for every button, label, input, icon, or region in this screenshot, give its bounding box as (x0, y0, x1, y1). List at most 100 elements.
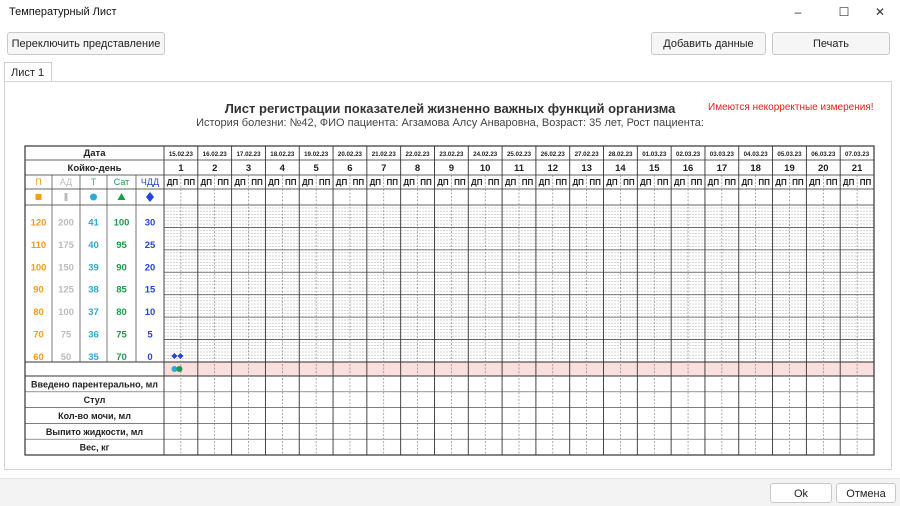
saturation-point-icon (176, 366, 183, 372)
param-header-2: Т (91, 177, 97, 187)
shift-label-am: ДП (843, 178, 855, 187)
shift-label-am: ДП (505, 178, 517, 187)
shift-label-pm: ПП (623, 178, 635, 187)
bed-day-cell: 15 (649, 163, 660, 174)
date-cell: 22.02.23 (406, 151, 431, 158)
bed-day-cell: 10 (480, 163, 491, 174)
scale-value: 40 (88, 240, 99, 251)
date-cell: 21.02.23 (372, 151, 397, 158)
scale-value: 41 (88, 217, 99, 228)
pulse-marker-icon (35, 194, 42, 200)
scale-value: 110 (31, 240, 46, 251)
scale-value: 50 (61, 352, 72, 363)
scale-value: 75 (61, 330, 72, 341)
shift-label-am: ДП (336, 178, 348, 187)
ok-button[interactable]: Ok (770, 483, 832, 503)
scale-value: 120 (31, 217, 47, 228)
scale-value: 15 (145, 285, 156, 296)
scale-value: 175 (58, 240, 75, 251)
shift-label-pm: ПП (353, 178, 365, 187)
bed-day-cell: 5 (313, 163, 319, 174)
shift-label-pm: ПП (589, 178, 601, 187)
bed-day-cell: 9 (449, 163, 454, 174)
bed-day-cell: 3 (246, 163, 251, 174)
shift-label-am: ДП (539, 178, 551, 187)
shift-label-am: ДП (370, 178, 382, 187)
bottom-row-label: Вес, кг (80, 443, 110, 453)
bed-day-cell: 6 (347, 163, 352, 174)
scale-value: 5 (147, 330, 153, 341)
date-cell: 23.02.23 (439, 151, 464, 158)
scale-value: 20 (145, 262, 156, 273)
bed-day-cell: 7 (381, 163, 386, 174)
shift-label-am: ДП (201, 178, 213, 187)
bottom-row-label: Выпито жидкости, мл (46, 427, 143, 437)
date-label: Дата (84, 148, 107, 159)
scale-value: 150 (58, 262, 74, 273)
param-header-4: ЧДД (141, 177, 159, 187)
scale-value: 70 (33, 330, 44, 341)
scale-value: 125 (58, 285, 75, 296)
date-cell: 18.02.23 (270, 151, 295, 158)
scale-value: 35 (88, 352, 99, 363)
shift-label-pm: ПП (758, 178, 770, 187)
shift-label-am: ДП (167, 178, 179, 187)
bed-day-cell: 17 (717, 163, 728, 174)
scale-value: 25 (145, 240, 156, 251)
date-cell: 16.02.23 (203, 151, 228, 158)
scale-value: 60 (33, 352, 44, 363)
shift-label-pm: ПП (420, 178, 432, 187)
scale-value: 200 (58, 217, 74, 228)
footer-bar: Ok Отмена (0, 478, 900, 506)
bed-day-cell: 4 (280, 163, 286, 174)
bottom-row-label: Стул (84, 395, 106, 405)
scale-value: 90 (33, 285, 44, 296)
shift-label-pm: ПП (319, 178, 331, 187)
scale-value: 30 (145, 217, 156, 228)
date-cell: 25.02.23 (507, 151, 532, 158)
shift-label-am: ДП (268, 178, 280, 187)
param-header-0: П (35, 177, 41, 187)
date-cell: 02.03.23 (676, 151, 701, 158)
temperature-marker-icon (90, 193, 97, 201)
respiration-point-icon (171, 353, 178, 359)
scale-value: 39 (88, 262, 99, 273)
shift-label-pm: ПП (522, 178, 534, 187)
scale-value: 36 (88, 330, 99, 341)
date-cell: 19.02.23 (304, 151, 329, 158)
cancel-button[interactable]: Отмена (836, 483, 896, 503)
scale-value: 80 (116, 307, 127, 318)
shift-label-am: ДП (437, 178, 449, 187)
bottom-row-label: Кол-во мочи, мл (58, 411, 131, 421)
scale-value: 100 (31, 262, 47, 273)
shift-label-am: ДП (741, 178, 753, 187)
shift-label-pm: ПП (184, 178, 196, 187)
shift-label-pm: ПП (826, 178, 838, 187)
bed-day-cell: 20 (818, 163, 829, 174)
bed-day-cell: 14 (615, 163, 626, 174)
scale-value: 0 (147, 352, 152, 363)
shift-label-am: ДП (708, 178, 720, 187)
shift-label-pm: ПП (657, 178, 669, 187)
date-cell: 15.02.23 (169, 151, 194, 158)
scale-value: 100 (114, 217, 130, 228)
shift-label-am: ДП (403, 178, 415, 187)
param-header-3: Сат (114, 177, 130, 187)
shift-label-am: ДП (302, 178, 314, 187)
scale-value: 80 (33, 307, 44, 318)
shift-label-pm: ПП (285, 178, 297, 187)
shift-label-am: ДП (234, 178, 246, 187)
bed-day-cell: 13 (581, 163, 592, 174)
shift-label-am: ДП (775, 178, 787, 187)
shift-label-pm: ПП (556, 178, 568, 187)
date-cell: 27.02.23 (575, 151, 600, 158)
shift-label-am: ДП (606, 178, 618, 187)
shift-label-am: ДП (674, 178, 686, 187)
bed-day-label: Койко-день (68, 163, 122, 174)
scale-value: 75 (116, 330, 127, 341)
grid-border (24, 145, 875, 456)
shift-label-pm: ПП (792, 178, 804, 187)
date-cell: 28.02.23 (608, 151, 633, 158)
bed-day-cell: 12 (548, 163, 559, 174)
date-cell: 06.03.23 (811, 151, 836, 158)
